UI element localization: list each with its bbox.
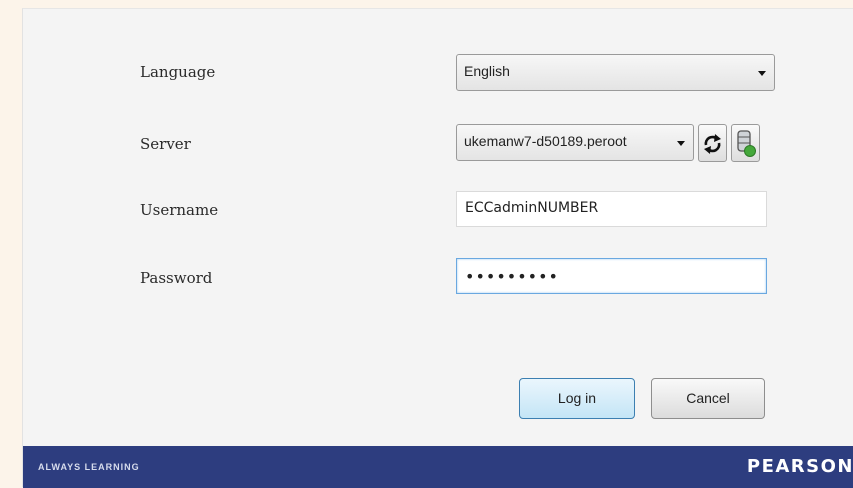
refresh-icon bbox=[704, 134, 721, 154]
server-select[interactable]: ukemanw7-d50189.peroot bbox=[456, 124, 694, 161]
database-add-icon bbox=[737, 130, 756, 157]
login-dialog: Language English Server ukemanw7-d50189.… bbox=[22, 8, 853, 488]
language-label: Language bbox=[140, 63, 216, 81]
login-button[interactable]: Log in bbox=[519, 378, 635, 419]
server-label: Server bbox=[140, 135, 191, 153]
add-server-button[interactable] bbox=[731, 124, 760, 162]
brand-logo: PEARSON bbox=[746, 456, 853, 477]
password-value: ••••••••• bbox=[465, 267, 559, 286]
footer-bar: ALWAYS LEARNING PEARSON bbox=[23, 446, 853, 488]
language-select[interactable]: English bbox=[456, 54, 775, 91]
refresh-server-button[interactable] bbox=[698, 124, 727, 162]
chevron-down-icon[interactable] bbox=[677, 141, 685, 146]
username-label: Username bbox=[140, 201, 219, 219]
cancel-button[interactable]: Cancel bbox=[651, 378, 765, 419]
server-value: ukemanw7-d50189.peroot bbox=[464, 133, 627, 149]
language-value: English bbox=[464, 63, 510, 79]
password-field[interactable]: ••••••••• bbox=[456, 258, 767, 294]
password-label: Password bbox=[140, 269, 213, 287]
username-value: ECCadminNUMBER bbox=[465, 200, 599, 216]
tagline: ALWAYS LEARNING bbox=[38, 462, 140, 472]
chevron-down-icon[interactable] bbox=[758, 71, 766, 76]
username-field[interactable]: ECCadminNUMBER bbox=[456, 191, 767, 227]
